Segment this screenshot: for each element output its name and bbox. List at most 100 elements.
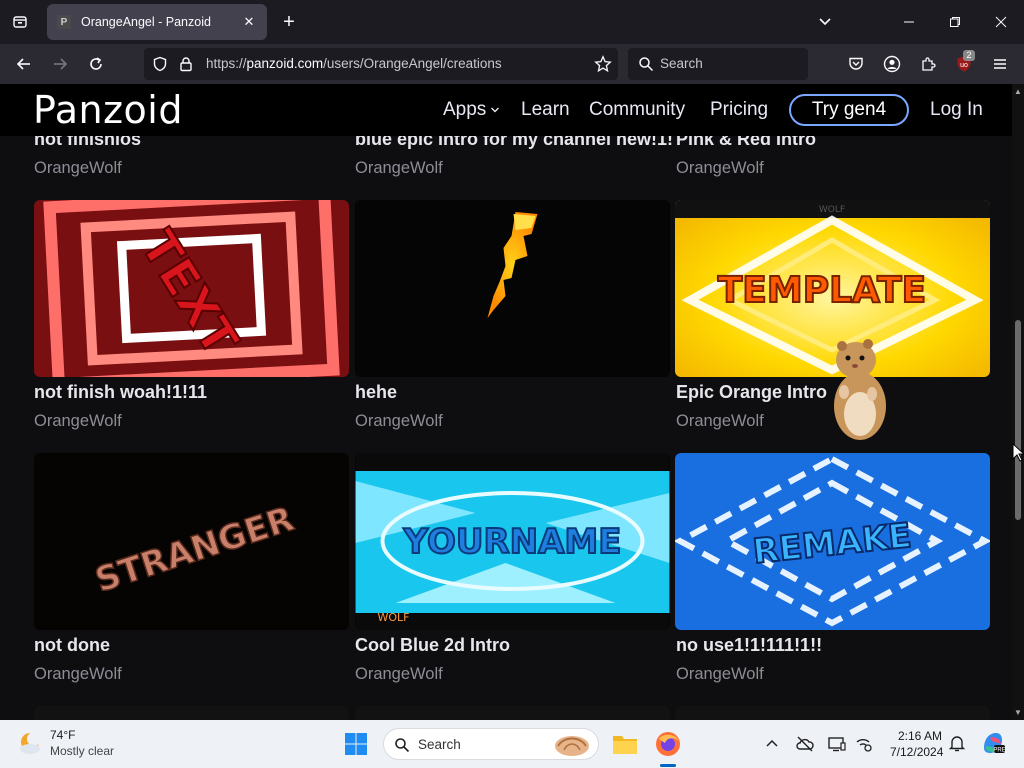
search-icon bbox=[394, 737, 410, 758]
cyan-yourname-thumbnail: YOURNAME WOLF bbox=[355, 453, 670, 630]
nav-community[interactable]: Community bbox=[589, 99, 685, 121]
creation-author[interactable]: OrangeWolf bbox=[676, 412, 764, 431]
creation-title[interactable]: not done bbox=[34, 635, 110, 656]
close-tab-icon[interactable]: ✕ bbox=[241, 14, 257, 30]
browser-search-placeholder: Search bbox=[660, 56, 703, 71]
tab-list-icon[interactable] bbox=[8, 10, 32, 34]
active-app-indicator bbox=[660, 764, 676, 767]
copilot-icon[interactable]: PRE bbox=[980, 730, 1006, 761]
creation-thumbnail[interactable]: REMAKE bbox=[675, 453, 990, 630]
scroll-up-icon[interactable]: ▲ bbox=[1014, 87, 1022, 96]
hamster-sticker bbox=[826, 336, 892, 442]
network-settings-icon[interactable] bbox=[855, 736, 873, 757]
panzoid-logo[interactable]: Panzoid bbox=[33, 88, 183, 132]
creation-thumbnail[interactable] bbox=[34, 706, 349, 720]
shield-icon[interactable] bbox=[152, 56, 168, 77]
windows-taskbar: 74°F Mostly clear Search 2:16 AM 7/12/20… bbox=[0, 720, 1024, 768]
weather-desc[interactable]: Mostly clear bbox=[50, 744, 114, 758]
panzoid-favicon-icon: P bbox=[57, 15, 71, 29]
creation-title[interactable]: not finish woah!1!11 bbox=[34, 382, 207, 403]
creation-author[interactable]: OrangeWolf bbox=[355, 665, 443, 684]
creation-author[interactable]: OrangeWolf bbox=[676, 159, 764, 178]
creation-title[interactable]: hehe bbox=[355, 382, 397, 403]
firefox-icon[interactable] bbox=[655, 731, 681, 762]
creation-title[interactable]: Cool Blue 2d Intro bbox=[355, 635, 510, 656]
browser-tab[interactable]: P OrangeAngel - Panzoid ✕ bbox=[47, 4, 267, 40]
account-icon[interactable] bbox=[880, 52, 904, 76]
thumb-text: YOURNAME bbox=[403, 522, 622, 562]
creation-title[interactable]: no use1!1!111!1!! bbox=[676, 635, 822, 656]
thumb-watermark: WOLF bbox=[819, 205, 845, 215]
creation-thumbnail[interactable]: YOURNAME WOLF bbox=[355, 453, 670, 630]
reload-icon[interactable] bbox=[84, 52, 108, 76]
search-highlight-shell-icon bbox=[552, 732, 592, 763]
chevron-down-icon bbox=[490, 99, 500, 121]
hamburger-menu-icon[interactable] bbox=[988, 52, 1012, 76]
taskbar-search-placeholder: Search bbox=[418, 737, 461, 752]
browser-tab-bar: P OrangeAngel - Panzoid ✕ + bbox=[0, 0, 1024, 44]
login-link[interactable]: Log In bbox=[930, 99, 983, 121]
browser-search-bar[interactable]: Search bbox=[628, 48, 808, 80]
address-bar[interactable]: https://panzoid.com/users/OrangeAngel/cr… bbox=[144, 48, 618, 80]
url-domain: panzoid.com bbox=[246, 56, 324, 71]
nav-learn[interactable]: Learn bbox=[521, 99, 570, 121]
search-icon bbox=[638, 56, 654, 77]
dark-yellow-fragment-thumbnail bbox=[355, 200, 670, 377]
cloud-offline-icon[interactable] bbox=[796, 736, 814, 757]
red-square-tunnel-thumbnail: TEXT bbox=[34, 200, 349, 377]
system-clock[interactable]: 2:16 AM 7/12/2024 bbox=[890, 728, 944, 760]
chevron-down-icon[interactable] bbox=[816, 13, 834, 31]
creation-thumbnail[interactable] bbox=[675, 706, 990, 720]
creation-author[interactable]: OrangeWolf bbox=[355, 412, 443, 431]
page-scrollbar[interactable]: ▲ ▼ bbox=[1012, 84, 1024, 720]
weather-temp[interactable]: 74°F bbox=[50, 728, 75, 742]
thumb-text: TEMPLATE bbox=[718, 270, 927, 311]
lock-icon[interactable] bbox=[178, 56, 194, 77]
extensions-icon[interactable] bbox=[916, 52, 940, 76]
close-window-icon[interactable] bbox=[986, 8, 1016, 36]
nav-pricing[interactable]: Pricing bbox=[710, 99, 768, 121]
nav-apps[interactable]: Apps bbox=[443, 99, 500, 121]
pocket-icon[interactable] bbox=[844, 52, 868, 76]
taskbar-search[interactable]: Search bbox=[383, 728, 599, 760]
blue-remake-thumbnail: REMAKE bbox=[675, 453, 990, 630]
svg-text:uo: uo bbox=[960, 62, 968, 69]
creation-thumbnail[interactable]: TEXT bbox=[34, 200, 349, 377]
clock-time: 2:16 AM bbox=[897, 729, 942, 743]
new-tab-icon[interactable]: + bbox=[279, 12, 299, 32]
creation-author[interactable]: OrangeWolf bbox=[355, 159, 443, 178]
bookmark-star-icon[interactable] bbox=[594, 55, 612, 78]
extension-badge: 2 bbox=[963, 50, 975, 61]
creation-author[interactable]: OrangeWolf bbox=[676, 665, 764, 684]
creation-title[interactable]: Epic Orange Intro bbox=[676, 382, 827, 403]
tab-title: OrangeAngel - Panzoid bbox=[81, 15, 211, 29]
creation-author[interactable]: OrangeWolf bbox=[34, 665, 122, 684]
mouse-cursor-icon bbox=[1012, 442, 1024, 463]
scroll-down-icon[interactable]: ▼ bbox=[1014, 708, 1022, 717]
creation-thumbnail[interactable] bbox=[355, 200, 670, 377]
file-explorer-icon[interactable] bbox=[612, 732, 638, 761]
display-icon[interactable] bbox=[828, 736, 846, 757]
windows-start-icon[interactable] bbox=[344, 732, 368, 761]
scrollbar-thumb[interactable] bbox=[1015, 320, 1021, 520]
creation-thumbnail[interactable] bbox=[355, 706, 670, 720]
minimize-icon[interactable] bbox=[894, 8, 924, 36]
url-path: /users/OrangeAngel/creations bbox=[323, 56, 502, 71]
creation-author[interactable]: OrangeWolf bbox=[34, 412, 122, 431]
notification-bell-icon[interactable] bbox=[948, 734, 966, 757]
thumb-watermark: WOLF bbox=[378, 611, 410, 624]
web-page: Panzoid Apps Learn Community Pricing Try… bbox=[0, 84, 1012, 720]
browser-nav-bar: https://panzoid.com/users/OrangeAngel/cr… bbox=[0, 44, 1024, 84]
restore-icon[interactable] bbox=[940, 8, 970, 36]
show-hidden-icons-chevron-up-icon[interactable] bbox=[764, 736, 780, 757]
forward-arrow-icon[interactable] bbox=[48, 52, 72, 76]
weather-moon-cloud-icon[interactable] bbox=[16, 730, 44, 763]
creation-thumbnail[interactable]: STRANGER bbox=[34, 453, 349, 630]
nav-apps-label: Apps bbox=[443, 99, 487, 121]
try-gen4-button[interactable]: Try gen4 bbox=[789, 94, 909, 126]
back-arrow-icon[interactable] bbox=[12, 52, 36, 76]
clock-date: 7/12/2024 bbox=[890, 745, 944, 759]
creation-author[interactable]: OrangeWolf bbox=[34, 159, 122, 178]
svg-text:PRE: PRE bbox=[993, 748, 1005, 754]
url-text[interactable]: https://panzoid.com/users/OrangeAngel/cr… bbox=[206, 56, 502, 71]
